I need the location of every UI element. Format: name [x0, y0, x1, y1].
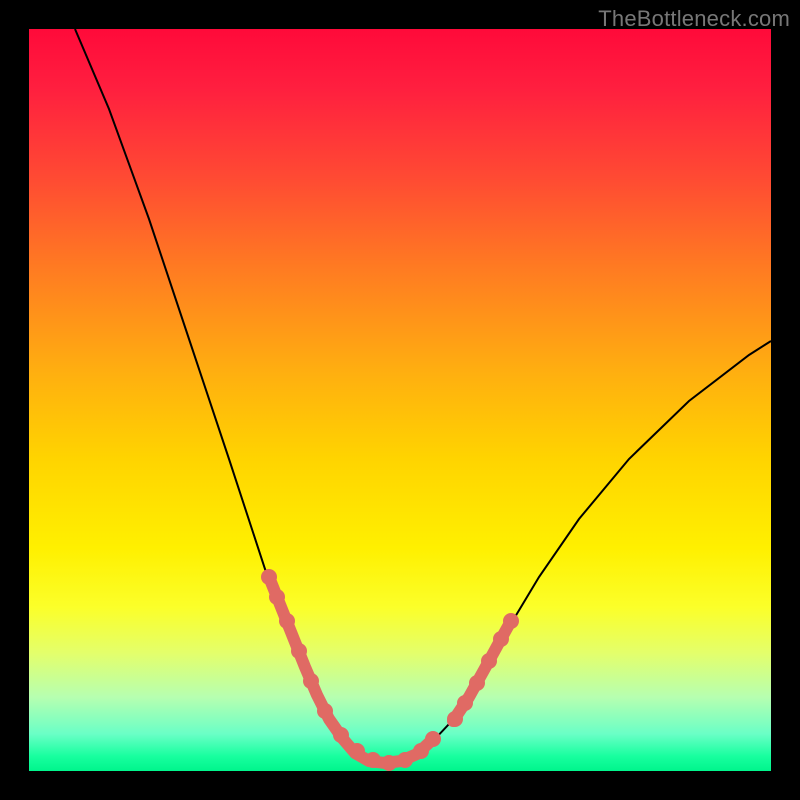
left-descent-segment — [269, 577, 431, 763]
bottleneck-curve — [75, 29, 771, 763]
highlight-dot — [261, 569, 277, 585]
highlight-dot — [381, 755, 397, 771]
watermark-text: TheBottleneck.com — [598, 6, 790, 32]
highlight-dot — [425, 731, 441, 747]
plot-area — [29, 29, 771, 771]
highlight-dot — [493, 631, 509, 647]
highlight-dot — [279, 613, 295, 629]
outer-frame: TheBottleneck.com — [0, 0, 800, 800]
highlight-dot — [503, 613, 519, 629]
highlight-dot — [303, 673, 319, 689]
highlight-dot — [457, 695, 473, 711]
highlight-dot — [291, 643, 307, 659]
highlight-dot — [397, 752, 413, 768]
highlight-dot — [333, 727, 349, 743]
highlight-group — [261, 569, 519, 771]
highlight-dot — [365, 752, 381, 768]
highlight-dot — [349, 743, 365, 759]
highlight-dot — [469, 675, 485, 691]
highlight-dot — [447, 711, 463, 727]
highlight-dot — [269, 589, 285, 605]
highlight-dot — [413, 743, 429, 759]
chart-svg — [29, 29, 771, 771]
highlight-dot — [481, 653, 497, 669]
highlight-dot — [317, 703, 333, 719]
